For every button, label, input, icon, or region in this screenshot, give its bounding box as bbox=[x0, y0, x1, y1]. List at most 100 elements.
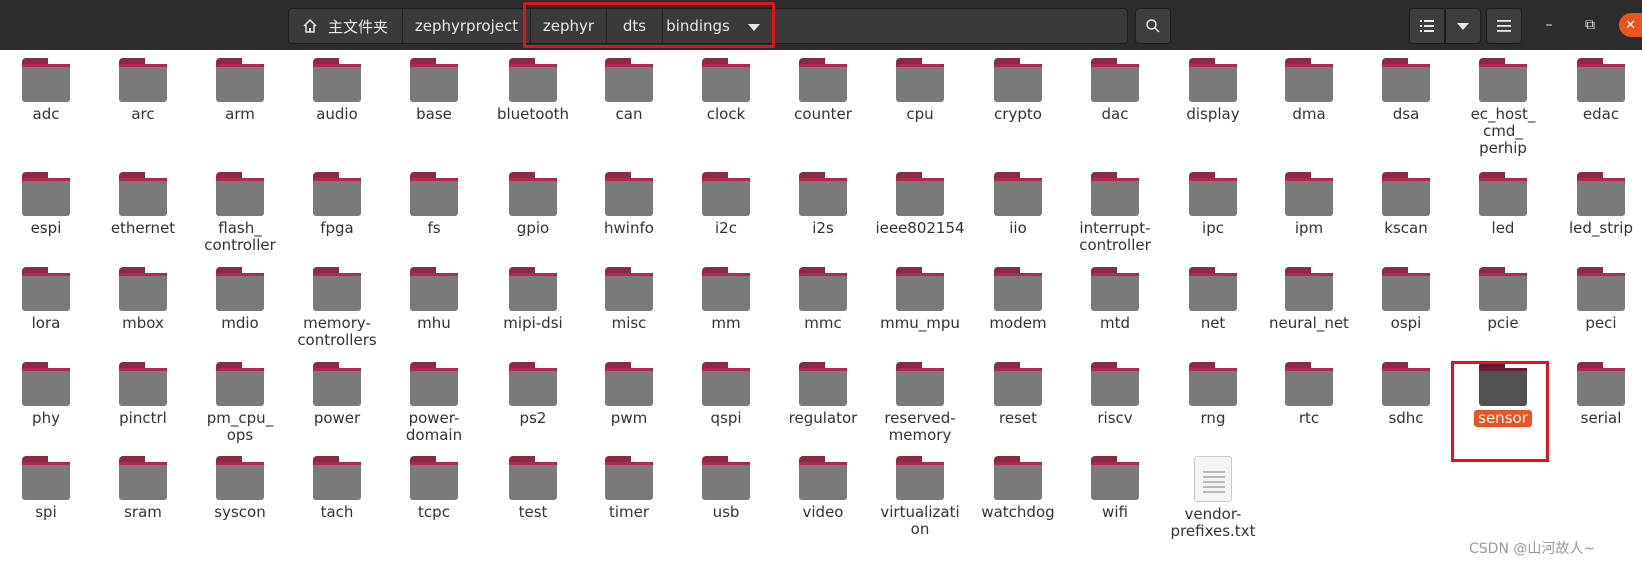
folder-item[interactable]: ipm bbox=[1261, 172, 1357, 237]
folder-item[interactable]: ospi bbox=[1358, 267, 1454, 332]
folder-item[interactable]: rtc bbox=[1261, 362, 1357, 427]
folder-item[interactable]: mmc bbox=[775, 267, 871, 332]
folder-item[interactable]: spi bbox=[0, 456, 94, 521]
folder-item[interactable]: ieee802154 bbox=[872, 172, 968, 237]
folder-item[interactable]: clock bbox=[678, 58, 774, 123]
folder-item[interactable]: video bbox=[775, 456, 871, 521]
folder-item[interactable]: espi bbox=[0, 172, 94, 237]
crumb-zephyrproject[interactable]: zephyrproject bbox=[403, 8, 531, 44]
folder-item[interactable]: reserved- memory bbox=[872, 362, 968, 444]
folder-item[interactable]: regulator bbox=[775, 362, 871, 427]
folder-item[interactable]: phy bbox=[0, 362, 94, 427]
folder-item[interactable]: watchdog bbox=[970, 456, 1066, 521]
folder-item[interactable]: i2c bbox=[678, 172, 774, 237]
item-label: riscv bbox=[1097, 409, 1133, 427]
folder-item[interactable]: adc bbox=[0, 58, 94, 123]
folder-item[interactable]: tach bbox=[289, 456, 385, 521]
file-item[interactable]: vendor- prefixes.txt bbox=[1165, 456, 1261, 540]
crumb-home[interactable]: 主文件夹 bbox=[288, 8, 403, 44]
folder-item[interactable]: crypto bbox=[970, 58, 1066, 123]
item-label: rng bbox=[1200, 409, 1226, 427]
folder-item[interactable]: pwm bbox=[581, 362, 677, 427]
folder-item[interactable]: cpu bbox=[872, 58, 968, 123]
folder-item[interactable]: timer bbox=[581, 456, 677, 521]
folder-item[interactable]: mtd bbox=[1067, 267, 1163, 332]
folder-item[interactable]: test bbox=[485, 456, 581, 521]
minimize-button[interactable]: – bbox=[1538, 14, 1560, 36]
folder-item[interactable]: edac bbox=[1553, 58, 1642, 123]
search-button[interactable] bbox=[1135, 8, 1171, 44]
folder-item[interactable]: fs bbox=[386, 172, 482, 237]
folder-item[interactable]: serial bbox=[1553, 362, 1642, 427]
folder-item[interactable]: tcpc bbox=[386, 456, 482, 521]
folder-item[interactable]: power bbox=[289, 362, 385, 427]
folder-icon bbox=[410, 362, 458, 406]
folder-item[interactable]: pinctrl bbox=[95, 362, 191, 427]
folder-item[interactable]: fpga bbox=[289, 172, 385, 237]
folder-item[interactable]: mmu_mpu bbox=[872, 267, 968, 332]
folder-item[interactable]: iio bbox=[970, 172, 1066, 237]
folder-item[interactable]: led bbox=[1455, 172, 1551, 237]
item-label: led bbox=[1491, 219, 1515, 237]
folder-item[interactable]: ipc bbox=[1165, 172, 1261, 237]
folder-item[interactable]: ethernet bbox=[95, 172, 191, 237]
folder-item[interactable]: gpio bbox=[485, 172, 581, 237]
folder-item[interactable]: power- domain bbox=[386, 362, 482, 444]
folder-item[interactable]: kscan bbox=[1358, 172, 1454, 237]
folder-item[interactable]: ps2 bbox=[485, 362, 581, 427]
folder-item[interactable]: audio bbox=[289, 58, 385, 123]
folder-icon bbox=[1091, 172, 1139, 216]
folder-item[interactable]: display bbox=[1165, 58, 1261, 123]
folder-item[interactable]: led_strip bbox=[1553, 172, 1642, 237]
folder-item[interactable]: usb bbox=[678, 456, 774, 521]
folder-icon bbox=[799, 172, 847, 216]
maximize-button[interactable]: ⧉ bbox=[1579, 14, 1601, 36]
folder-item[interactable]: mhu bbox=[386, 267, 482, 332]
folder-item[interactable]: arm bbox=[192, 58, 288, 123]
folder-item[interactable]: bluetooth bbox=[485, 58, 581, 123]
folder-body bbox=[509, 368, 557, 406]
folder-icon bbox=[410, 172, 458, 216]
folder-item[interactable]: hwinfo bbox=[581, 172, 677, 237]
menu-button[interactable] bbox=[1486, 8, 1522, 44]
folder-item[interactable]: riscv bbox=[1067, 362, 1163, 427]
view-options-button[interactable] bbox=[1445, 8, 1481, 44]
folder-item[interactable]: dsa bbox=[1358, 58, 1454, 123]
folder-item[interactable]: syscon bbox=[192, 456, 288, 521]
folder-item[interactable]: wifi bbox=[1067, 456, 1163, 521]
folder-item[interactable]: rng bbox=[1165, 362, 1261, 427]
folder-item[interactable]: modem bbox=[970, 267, 1066, 332]
folder-item[interactable]: memory- controllers bbox=[289, 267, 385, 349]
folder-item[interactable]: counter bbox=[775, 58, 871, 123]
close-button[interactable]: ✕ bbox=[1619, 13, 1642, 37]
folder-icon bbox=[1479, 58, 1527, 102]
folder-item[interactable]: i2s bbox=[775, 172, 871, 237]
folder-item[interactable]: interrupt- controller bbox=[1067, 172, 1163, 254]
folder-item[interactable]: dma bbox=[1261, 58, 1357, 123]
folder-item[interactable]: ec_host_ cmd_ perhip bbox=[1455, 58, 1551, 157]
folder-item[interactable]: peci bbox=[1553, 267, 1642, 332]
folder-item[interactable]: mm bbox=[678, 267, 774, 332]
list-view-button[interactable] bbox=[1409, 8, 1445, 44]
folder-item[interactable]: pcie bbox=[1455, 267, 1551, 332]
folder-item[interactable]: neural_net bbox=[1261, 267, 1357, 332]
folder-item[interactable]: arc bbox=[95, 58, 191, 123]
folder-item[interactable]: qspi bbox=[678, 362, 774, 427]
folder-item[interactable]: net bbox=[1165, 267, 1261, 332]
folder-item[interactable]: lora bbox=[0, 267, 94, 332]
folder-item[interactable]: mdio bbox=[192, 267, 288, 332]
folder-item[interactable]: sram bbox=[95, 456, 191, 521]
folder-item[interactable]: sdhc bbox=[1358, 362, 1454, 427]
folder-body bbox=[702, 64, 750, 102]
folder-item[interactable]: base bbox=[386, 58, 482, 123]
folder-body bbox=[605, 64, 653, 102]
folder-item[interactable]: virtualizati on bbox=[872, 456, 968, 538]
folder-item[interactable]: pm_cpu_ ops bbox=[192, 362, 288, 444]
folder-item[interactable]: flash_ controller bbox=[192, 172, 288, 254]
folder-item[interactable]: can bbox=[581, 58, 677, 123]
folder-item[interactable]: mipi-dsi bbox=[485, 267, 581, 332]
folder-item[interactable]: misc bbox=[581, 267, 677, 332]
folder-item[interactable]: mbox bbox=[95, 267, 191, 332]
folder-item[interactable]: dac bbox=[1067, 58, 1163, 123]
folder-item[interactable]: reset bbox=[970, 362, 1066, 427]
